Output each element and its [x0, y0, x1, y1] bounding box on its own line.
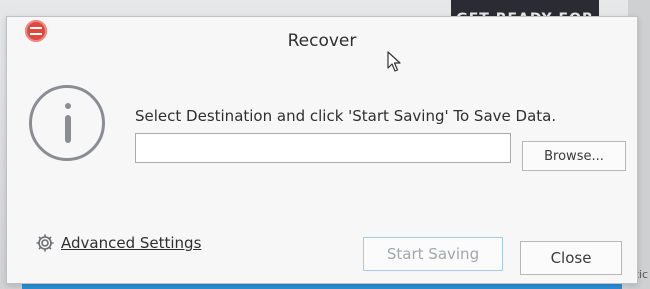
advanced-settings-label: Advanced Settings — [61, 234, 202, 252]
close-button[interactable]: Close — [520, 241, 622, 275]
info-icon-bar — [65, 115, 71, 143]
title-bar: Recover — [7, 17, 637, 61]
start-saving-button[interactable]: Start Saving — [363, 237, 503, 271]
destination-path-input[interactable] — [135, 133, 511, 163]
recover-dialog: Recover Select Destination and click 'St… — [6, 16, 638, 284]
instruction-message: Select Destination and click 'Start Savi… — [135, 107, 557, 125]
browse-button[interactable]: Browse... — [522, 141, 626, 171]
mouse-cursor-icon — [387, 51, 401, 72]
info-icon-dot — [65, 103, 71, 109]
info-icon — [29, 85, 105, 161]
gear-icon — [36, 234, 54, 252]
dialog-title: Recover — [287, 31, 357, 51]
advanced-settings-link[interactable]: Advanced Settings — [35, 233, 201, 253]
